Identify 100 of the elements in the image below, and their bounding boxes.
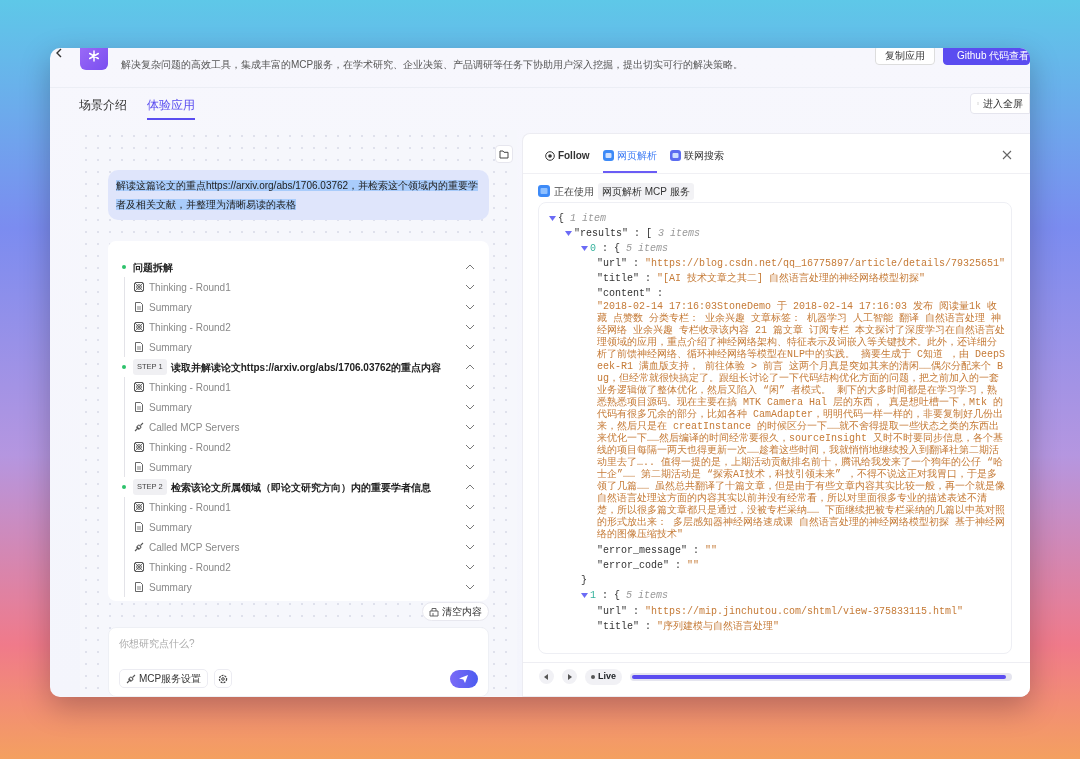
page-tab[interactable]: 体验应用 [147,88,195,120]
step-item-label[interactable]: Thinking - Round1 [149,279,231,295]
json-string-value: "2018-02-14 17:16:03StoneDemo 于 2018-02-14 17:16:03 发布 阅读量1k 收藏 点赞数 分类专栏： 业余兴趣 文章标签： 机器学习 人工智能 翻译 自然语言处理 神经网络 业余兴趣 专栏收录该内容 21 篇文章 订阅专栏 本文探讨了深度学习在自然语言处理领域的应用，重点介绍了神经网络架构、特征表示及词嵌入等关键技术。此外，还详细分析了前馈神经网络、循环神经网络等模型在NLP中的实践。 摘要生成于 C知道 ，由 DeepSeek-R1 满血版支持， 前往体验 > 前言 这两个月真是突如其来的清闲……偶尔分配来个 Bug，但经常就很快搞定了。跟组长讨论了一下代码结构优化方面的问题，把之前加入的一套业务逻辑做了整体优化，然后又陷入 “闲” 者模式。 剩下的大多时间都是在学习学习，熟悉熟悉项目源码。现在主要在搞 MTK Camera Hal 层的东西， 真是想吐槽一下，Mtk 的代码有很多冗余的部分，比如各种 CamAdapter，明明代码一样一样的，非要复制好几份出来，然后只是在 creatInstance 的时候区分一下……就不舍得提取一些状态之类的东西出来优化一下……然后编译的时间经常要很久，sourceInsight 又时不时要同步信息，各个基线的项目每隔一两天也得更新一次……趁着这些时间，我就悄悄地继续投入到翻译社第二期活动里去了….. 值得一提的是，上期活动贡献排名前十，腾讯给我发来了一个狗年的公仔 “哈士企”…… 第二期活动是 “探索AI技术，科技引领未来” ，不得不说这正对我胃口，于是多领了几篇…… 虽然总共翻译了十篇文章，但是由于有些文章内容其实比较一般，再一个就是像自然语言处理这方面的内容其实以前并没有经常看，所以对里面很多专业的描述表述不清楚，所以很多篇文章都只是通过，没被专栏采纳…… 下面继续把被专栏采纳的几篇以中英对照的形式放出来： 多层感知器神经网络速成课 自然语言处理的神经网络模型初探 基于神经网络的图像压缩技术" [596,301,1005,542]
step-title[interactable]: 读取并解读论文https://arxiv.org/abs/1706.03762的重点内容 [170,359,442,375]
document-icon [134,342,144,352]
chevron-icon[interactable] [464,284,475,290]
service-icon [669,150,681,161]
link-icon [126,673,136,684]
json-bracket: { [557,213,564,225]
chevron-icon[interactable] [464,464,475,470]
step-item-label[interactable]: Called MCP Servers [149,539,240,555]
app-description: 解决复杂问题的高效工具，集成丰富的MCP服务，在学术研究、企业决策、产品调研等任务下协助用户深入挖掘，提出切实可行的解决策略。 [121,58,744,72]
close-button[interactable] [1002,150,1012,160]
panel-tab[interactable]: Follow [544,148,590,173]
page-tab[interactable]: 场景介绍 [79,88,127,120]
document-icon [134,522,144,532]
gear-icon [218,673,229,684]
next-button[interactable] [561,669,577,685]
chevron-icon[interactable] [464,264,475,270]
chevron-icon[interactable] [464,484,475,490]
thinking-icon [134,502,144,512]
document-icon [134,582,144,592]
step-item-label[interactable]: Summary [149,299,192,315]
expand-triangle-icon[interactable] [580,593,588,599]
chevron-icon[interactable] [464,424,475,430]
chevron-icon[interactable] [464,324,475,330]
copy-app-button[interactable]: 复制应用 [875,48,935,65]
chevron-icon[interactable] [464,404,475,410]
previous-icon [543,673,549,680]
step-item-label[interactable]: Thinking - Round2 [149,439,231,455]
step-item-label[interactable]: Called MCP Servers [149,419,240,435]
user-message: 解读这篇论文的重点https://arxiv.org/abs/1706.03762，并检索这个领域内的重要学者及相关文献，并整理为清晰易读的表格 [108,170,489,220]
json-string-value: "[AI 技术文章之其二] 自然语言处理的神经网络模型初探" [656,273,925,285]
chevron-icon[interactable] [464,364,475,370]
step-item-label[interactable]: Summary [149,459,192,475]
step-item-label[interactable]: Summary [149,519,192,535]
next-icon [566,673,572,680]
step-item-label[interactable]: Thinking - Round2 [149,559,231,575]
folder-button[interactable] [494,145,513,163]
document-icon [134,302,144,312]
chevron-icon[interactable] [464,304,475,310]
app-logo [80,48,108,70]
json-separator: : [631,258,640,270]
item-count: 5 items [625,590,668,602]
panel-tab[interactable]: 联网搜索 [669,148,724,173]
json-bracket: { [613,243,620,255]
send-button[interactable] [449,669,478,688]
expand-triangle-icon[interactable] [548,215,556,221]
step-title[interactable]: 问题拆解 [133,259,173,275]
json-key: 1 [589,590,596,602]
item-count: 1 item [569,213,606,225]
live-button[interactable]: Live [584,669,622,685]
document-icon [134,462,144,472]
step-title[interactable]: 检索该论文所属领域（即论文研究方向）内的重要学者信息 [170,479,431,495]
github-button[interactable]: Github 代码查看 [943,48,1030,65]
json-separator: : [631,605,640,617]
json-key: "error_message" [596,545,687,557]
json-separator: : [643,273,652,285]
json-key: "url" [596,605,627,617]
chevron-icon[interactable] [464,544,475,550]
link-icon [134,422,144,432]
document-icon [134,402,144,412]
chevron-icon[interactable] [464,444,475,450]
chevron-icon[interactable] [464,564,475,570]
link-icon [134,542,144,552]
clear-button[interactable]: 清空内容 [421,602,489,621]
json-key: "error_code" [596,560,669,572]
json-string-value: "" [686,560,699,572]
step-item-label[interactable]: Thinking - Round1 [149,499,231,515]
status-dot [122,365,126,369]
chevron-icon[interactable] [464,504,475,510]
expand-triangle-icon[interactable] [564,231,572,236]
json-key: 0 [589,243,596,255]
step-item-label[interactable]: Summary [149,339,192,355]
mcp-settings-button[interactable]: MCP服务设置 [119,669,209,688]
previous-button[interactable] [538,669,554,685]
panel-tab[interactable]: 网页解析 [602,148,657,173]
json-separator: : [632,228,641,240]
live-dot-icon [590,674,595,679]
progress-track[interactable] [629,672,1012,681]
step-item-label[interactable]: Summary [149,579,192,595]
step-item-label[interactable]: Summary [149,399,192,415]
chevron-icon[interactable] [464,524,475,530]
json-separator: : [600,590,609,602]
thinking-icon [134,382,144,392]
json-string-value: "序列建模与自然语言处理" [656,620,779,632]
chevron-icon[interactable] [464,344,475,350]
chevron-icon[interactable] [464,384,475,390]
fullscreen-button[interactable]: 进入全屏 [970,93,1030,114]
step-item-label[interactable]: Thinking - Round1 [149,379,231,395]
expand-triangle-icon[interactable] [580,246,588,252]
service-icon [602,150,614,161]
json-key: "title" [596,620,639,632]
json-separator: : [600,243,609,255]
question-input[interactable]: 你想研究点什么? [119,636,478,651]
settings-button[interactable] [214,669,233,688]
back-icon[interactable] [54,48,64,58]
chevron-icon[interactable] [464,584,475,590]
json-key: "url" [596,258,627,270]
step-item-label[interactable]: Thinking - Round2 [149,319,231,335]
